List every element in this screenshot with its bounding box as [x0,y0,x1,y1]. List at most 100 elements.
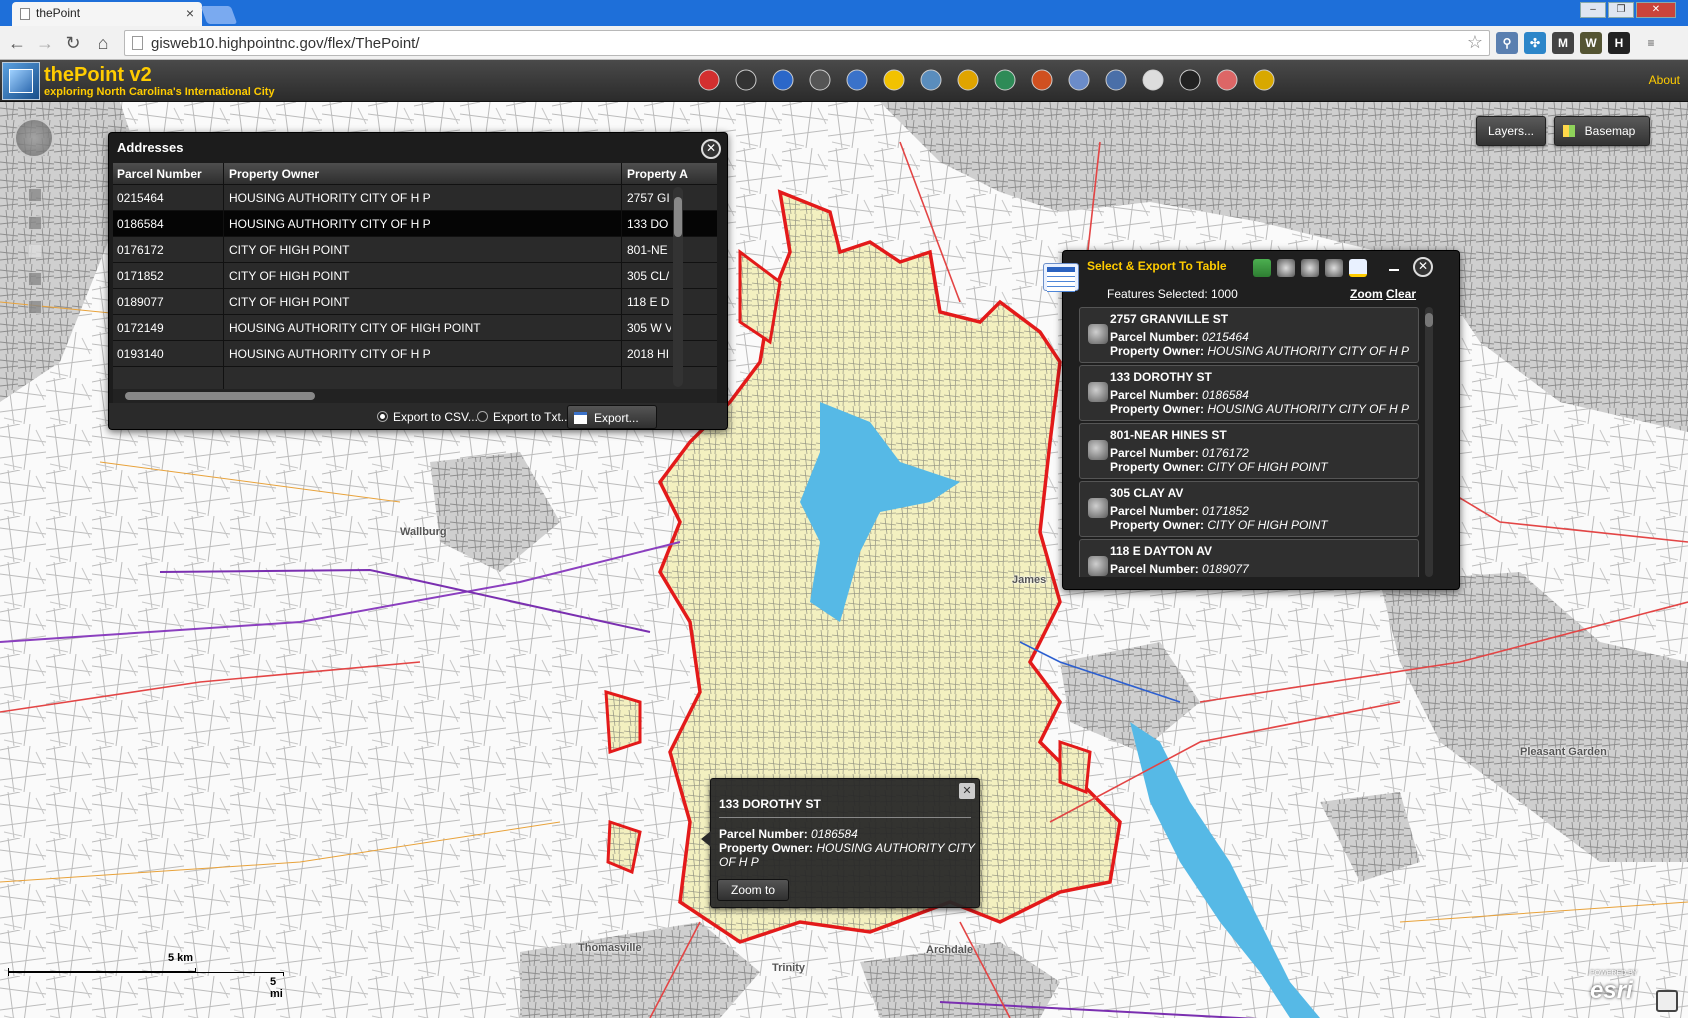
measure-icon[interactable] [1029,67,1055,93]
info-icon[interactable] [770,67,796,93]
esri-logo: POWERED BY esri [1590,970,1650,1010]
report-icon[interactable] [1214,67,1240,93]
browser-tab[interactable]: thePoint × [12,2,202,26]
result-card[interactable]: 2757 GRANVILLE ST Parcel Number: 0215464 P… [1079,307,1419,363]
result-address: 801-NEAR HINES ST [1110,428,1227,442]
draw-icon[interactable] [1066,67,1092,93]
table-row[interactable]: 0172149 HOUSING AUTHORITY CITY OF HIGH PO… [113,315,717,341]
addresses-close-icon[interactable]: ✕ [701,139,721,159]
browser-toolbar: ← → ↻ ⌂ gisweb10.highpointnc.gov/flex/Th… [0,26,1688,60]
export-txt-radio[interactable] [477,411,488,422]
column-divider [621,163,622,389]
about-link[interactable]: About [1649,73,1680,87]
map-navigation-control [14,118,54,318]
new-tab-button[interactable] [200,6,238,24]
select-export-close-icon[interactable]: ✕ [1413,257,1433,277]
extension-search-icon[interactable]: ⚲ [1496,32,1518,54]
pan-icon[interactable] [881,67,907,93]
column-header-address[interactable]: Property A [627,167,688,181]
clear-link[interactable]: Clear [1386,287,1416,301]
table-row[interactable]: 0186584 HOUSING AUTHORITY CITY OF H P 133 … [113,211,717,237]
grid-header: Parcel Number Property Owner Property A [113,163,717,185]
zoom-level-step[interactable] [28,188,42,202]
feature-popup: ✕ 133 DOROTHY ST Parcel Number: 0186584 … [701,778,980,908]
parcel-number-cell: 0189077 [117,295,164,309]
table-icon[interactable] [844,67,870,93]
export-csv-label[interactable]: Export to CSV... [393,410,478,424]
resize-corner-icon[interactable] [1656,990,1678,1012]
select-rectangle-icon[interactable] [1277,259,1295,277]
table-row[interactable]: 0171852 CITY OF HIGH POINT 305 CL/ [113,263,717,289]
result-card[interactable]: 801-NEAR HINES ST Parcel Number: 0176172 P… [1079,423,1419,479]
select-icon[interactable] [807,67,833,93]
download-icon[interactable] [1177,67,1203,93]
select-point-icon[interactable] [1325,259,1343,277]
export-csv-radio[interactable] [377,411,388,422]
results-list-icon[interactable] [1349,259,1367,277]
table-view-icon[interactable] [1253,259,1271,277]
window-close-button[interactable]: ✕ [1636,2,1676,18]
property-owner-cell: HOUSING AUTHORITY CITY OF HIGH POINT [229,321,481,335]
address-bar[interactable]: gisweb10.highpointnc.gov/flex/ThePoint/ … [124,30,1490,56]
result-card[interactable]: 133 DOROTHY ST Parcel Number: 0186584 Prop… [1079,365,1419,421]
hand-pan-icon[interactable] [28,244,42,258]
column-header-owner[interactable]: Property Owner [229,167,319,181]
layers-button[interactable]: Layers... [1476,116,1546,146]
back-arrow-icon[interactable]: ← [6,32,28,54]
grid-horizontal-scroll-thumb[interactable] [125,392,315,400]
table-row[interactable]: 0193140 HOUSING AUTHORITY CITY OF H P 2018… [113,341,717,367]
result-address: 118 E DAYTON AV [1110,544,1213,558]
results-scroll-thumb[interactable] [1425,313,1433,327]
globe-icon[interactable] [992,67,1018,93]
key-icon[interactable] [1251,67,1277,93]
lock-icon[interactable] [955,67,981,93]
popup-close-icon[interactable]: ✕ [959,783,975,799]
home-icon[interactable]: ⌂ [92,32,114,54]
minimize-button[interactable]: – [1580,2,1606,18]
addresses-footer: Export to CSV... Export to Txt... Export… [109,403,727,429]
hand-pointer-icon[interactable] [1140,67,1166,93]
grid-horizontal-scrollbar[interactable] [113,389,717,403]
table-row[interactable]: 0176172 CITY OF HIGH POINT 801-NE [113,237,717,263]
zoom-level-step[interactable] [28,216,42,230]
column-header-parcel[interactable]: Parcel Number [117,167,202,181]
export-button[interactable]: Export... [567,405,657,429]
extension-mail-icon[interactable]: M [1552,32,1574,54]
zoom-level-step[interactable] [28,300,42,314]
zoom-link[interactable]: Zoom [1350,287,1383,301]
zoom-level-step[interactable] [28,272,42,286]
result-parcel-label: Parcel Number: [1110,330,1199,344]
pan-compass-icon[interactable] [14,118,54,158]
reload-icon[interactable]: ↻ [62,32,84,54]
result-card[interactable]: 118 E DAYTON AV Parcel Number: 0189077 [1079,539,1419,577]
table-row[interactable]: 0189077 CITY OF HIGH POINT 118 E D [113,289,717,315]
grid-vertical-scroll-thumb[interactable] [674,197,682,237]
tab-close-icon[interactable]: × [186,5,194,21]
print-icon[interactable] [1103,67,1129,93]
result-card[interactable]: 305 CLAY AV Parcel Number: 0171852 Propert… [1079,481,1419,537]
tab-title: thePoint [36,6,81,20]
record-icon[interactable] [696,67,722,93]
result-owner-value: CITY OF HIGH POINT [1207,518,1328,532]
restore-button[interactable]: ❐ [1608,2,1634,18]
select-polygon-icon[interactable] [1301,259,1319,277]
menu-icon[interactable]: ≡ [1640,32,1662,54]
forward-arrow-icon[interactable]: → [34,32,56,54]
basemap-button[interactable]: Basemap [1554,116,1650,146]
export-txt-label[interactable]: Export to Txt... [493,410,571,424]
table-row[interactable]: 0215464 HOUSING AUTHORITY CITY OF H P 2757… [113,185,717,211]
results-scrollbar[interactable] [1425,307,1433,577]
property-address-cell: 133 DO [627,217,669,231]
extension-h-icon[interactable]: H [1608,32,1630,54]
property-address-cell: 118 E D [627,295,670,309]
layers-stack-icon[interactable] [918,67,944,93]
result-parcel-value: 0186584 [1202,388,1249,402]
results-list: 2757 GRANVILLE ST Parcel Number: 0215464 P… [1079,307,1419,577]
minimize-icon[interactable] [1389,269,1399,271]
parcel-result-icon [1088,440,1108,460]
zoom-to-button[interactable]: Zoom to [717,879,789,901]
bookmark-star-icon[interactable]: ☆ [1467,32,1483,53]
crosshair-icon[interactable] [733,67,759,93]
extension-sync-icon[interactable]: ✣ [1524,32,1546,54]
extension-rating-icon[interactable]: W [1580,32,1602,54]
